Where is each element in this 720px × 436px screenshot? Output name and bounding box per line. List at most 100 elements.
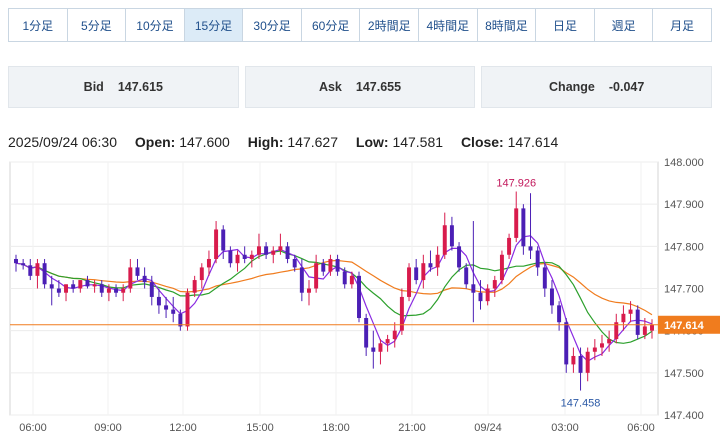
candle-body <box>92 284 97 287</box>
tab-timeframe-3[interactable]: 15分足 <box>184 9 244 41</box>
candle-body <box>585 351 590 373</box>
candle-body <box>485 288 490 302</box>
candle-body <box>535 250 540 268</box>
ohlc-datetime: 2025/09/24 06:30 <box>8 134 117 150</box>
low-label: Low: <box>355 134 389 150</box>
candle-body <box>407 267 412 297</box>
candle-body <box>571 355 576 365</box>
y-tick-label: 147.800 <box>664 241 704 253</box>
candle-body <box>528 246 533 251</box>
y-tick-label: 147.700 <box>664 284 704 296</box>
candle-body <box>628 309 633 314</box>
candle-body <box>471 284 476 293</box>
candle-body <box>99 284 104 293</box>
candle-body <box>249 254 254 259</box>
x-tick-label: 06:00 <box>627 422 655 434</box>
candle-body <box>399 296 404 331</box>
ask-label: Ask <box>318 80 342 94</box>
candle-body <box>49 284 54 289</box>
ohlc-readout: 2025/09/24 06:30 Open: 147.600 High: 147… <box>8 134 558 150</box>
candle-body <box>592 347 597 352</box>
candle-body <box>128 267 133 289</box>
candle-body <box>549 288 554 306</box>
candle-body <box>314 263 319 289</box>
candle-body <box>499 254 504 281</box>
ask-box: Ask 147.655 <box>244 66 476 108</box>
candle-body <box>56 288 61 293</box>
change-value: -0.047 <box>608 80 645 94</box>
candle-body <box>278 246 283 251</box>
candle-body <box>621 313 626 323</box>
candle-body <box>42 263 47 285</box>
bid-value: 147.615 <box>117 80 163 94</box>
timeframe-tabs: 1分足 5分足 10分足 15分足 30分足 60分足 2時間足 4時間足 8時間足 日足 週足 月足 <box>8 8 712 42</box>
candle-body <box>171 309 176 314</box>
tab-timeframe-8[interactable]: 8時間足 <box>477 9 537 41</box>
candle-body <box>185 292 190 327</box>
candle-body <box>71 284 76 289</box>
candle-body <box>228 250 233 264</box>
candle-body <box>242 254 247 259</box>
change-label: Change <box>549 80 595 94</box>
candle-body <box>106 288 111 293</box>
candle-body <box>28 265 33 276</box>
candle-body <box>421 263 426 281</box>
candle-body <box>507 237 512 255</box>
x-tick-label: 09:00 <box>94 422 122 434</box>
candle-body <box>21 263 26 266</box>
x-tick-label: 15:00 <box>246 422 274 434</box>
open-label: Open: <box>134 134 176 150</box>
candle-body <box>256 246 261 255</box>
candle-body <box>199 267 204 281</box>
tab-timeframe-6[interactable]: 2時間足 <box>360 9 420 41</box>
high-annotation: 147.926 <box>496 178 536 190</box>
tab-timeframe-10[interactable]: 週足 <box>594 9 654 41</box>
candle-body <box>292 258 297 268</box>
candle-body <box>299 267 304 293</box>
candle-body <box>564 322 569 365</box>
candle-body <box>214 229 219 259</box>
tab-timeframe-5[interactable]: 60分足 <box>301 9 361 41</box>
candle-body <box>635 309 640 335</box>
bid-label: Bid <box>83 80 104 94</box>
tab-timeframe-11[interactable]: 月足 <box>653 9 711 41</box>
close-value: 147.614 <box>507 134 559 150</box>
change-box: Change -0.047 <box>481 66 713 108</box>
low-value: 147.581 <box>392 134 444 150</box>
candle-body <box>428 263 433 268</box>
candle-body <box>285 246 290 259</box>
candle-body <box>449 225 454 247</box>
tab-timeframe-4[interactable]: 30分足 <box>243 9 302 41</box>
candle-body <box>121 288 126 293</box>
candle-body <box>135 267 140 276</box>
candle-body <box>442 225 447 255</box>
candlestick-chart[interactable]: 148.000147.900147.800147.700147.600147.5… <box>0 150 720 436</box>
y-tick-label: 147.400 <box>664 410 704 422</box>
low-annotation: 147.458 <box>561 398 601 410</box>
tab-timeframe-2[interactable]: 10分足 <box>126 9 185 41</box>
candle-body <box>335 258 340 272</box>
candle-body <box>414 267 419 281</box>
high-value: 147.627 <box>287 134 338 150</box>
x-tick-label: 18:00 <box>322 422 350 434</box>
close-label: Close: <box>460 134 504 150</box>
x-tick-label: 03:00 <box>551 422 579 434</box>
candle-body <box>578 355 583 373</box>
candle-body <box>650 324 654 331</box>
tab-timeframe-1[interactable]: 5分足 <box>67 9 127 41</box>
open-value: 147.600 <box>179 134 230 150</box>
tab-timeframe-0[interactable]: 1分足 <box>9 9 68 41</box>
candle-body <box>478 292 483 302</box>
candle-body <box>321 263 326 272</box>
y-tick-label: 147.900 <box>664 199 704 211</box>
candle-body <box>357 275 361 319</box>
candle-body <box>342 271 347 285</box>
candle-body <box>514 208 519 238</box>
y-tick-label: 147.500 <box>664 368 704 380</box>
candle-body <box>85 280 90 287</box>
ask-value: 147.655 <box>355 80 402 94</box>
candle-body <box>192 280 197 293</box>
tab-timeframe-9[interactable]: 日足 <box>536 9 595 41</box>
candle-body <box>378 343 383 352</box>
tab-timeframe-7[interactable]: 4時間足 <box>419 9 478 41</box>
